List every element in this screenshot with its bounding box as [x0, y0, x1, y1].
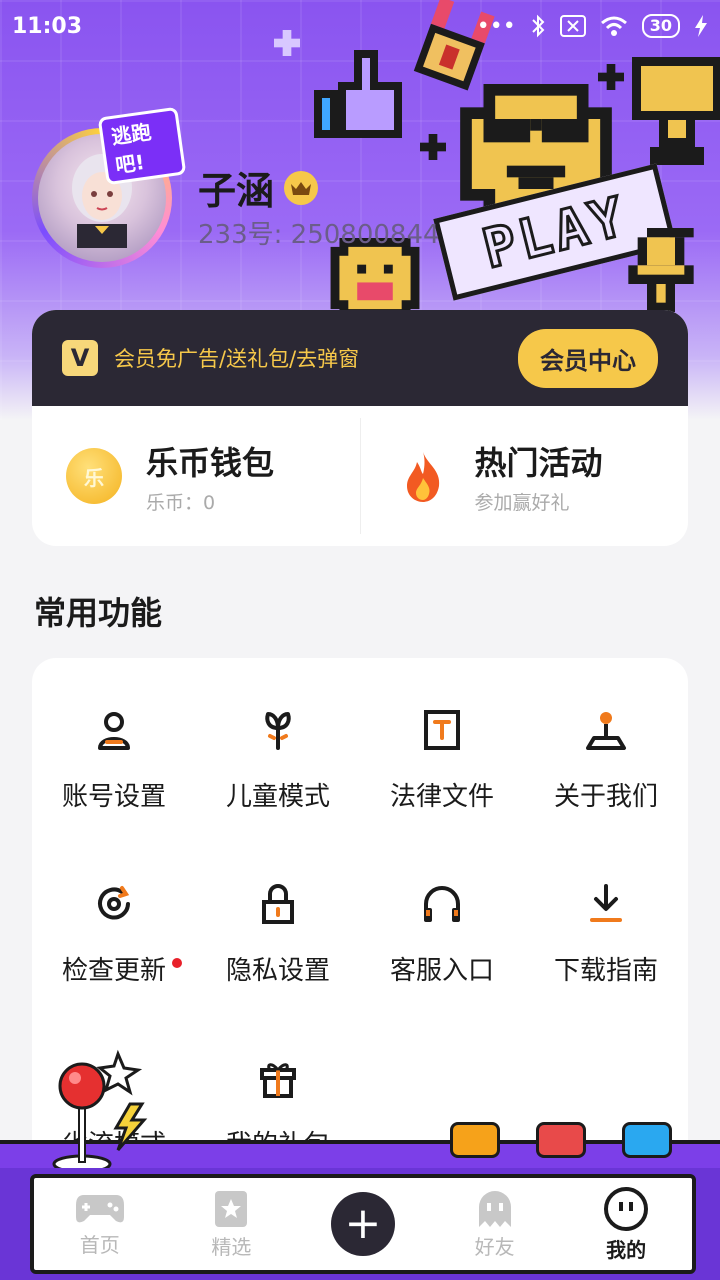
check-update-item[interactable]: 检查更新 [32, 832, 196, 1006]
user-id: 233号: 250800844 [198, 220, 440, 250]
tab-me[interactable]: 我的 [560, 1186, 692, 1263]
tab-bar: 首页 精选 + 好友 我的 [30, 1174, 696, 1274]
vip-benefits-text: 会员免广告/送礼包/去弹窗 [114, 347, 360, 371]
wallet-title: 乐币钱包 [146, 443, 275, 482]
star-card-icon [215, 1190, 248, 1227]
headphones-icon [424, 886, 460, 922]
plus-icon: + [330, 1192, 395, 1256]
func-label: 检查更新 [61, 950, 182, 987]
username: 子涵 [198, 169, 275, 213]
account-settings-item[interactable]: 账号设置 [32, 658, 196, 832]
legal-documents-item[interactable]: 法律文件 [360, 658, 524, 832]
wallet-balance: 乐币：0 [146, 491, 216, 514]
vip-center-button[interactable]: 会员中心 [518, 328, 658, 388]
status-icons: ••• 30 [477, 14, 708, 39]
thumbs-up-pixel-decoration [314, 50, 402, 138]
privacy-settings-item[interactable]: 隐私设置 [196, 832, 360, 1006]
tab-create[interactable]: + [297, 1192, 429, 1256]
update-badge-dot [172, 958, 182, 968]
refresh-icon [98, 886, 130, 920]
arcade-joystick-decoration [52, 1049, 148, 1174]
func-label: 关于我们 [553, 782, 658, 812]
customer-service-item[interactable]: 客服入口 [360, 832, 524, 1006]
activity-subtitle: 参加赢好礼 [474, 491, 570, 514]
crown-icon [284, 170, 319, 205]
trophy-pixel-decoration [632, 57, 720, 165]
tab-home[interactable]: 首页 [34, 1191, 166, 1258]
battery-indicator: 30 [641, 14, 680, 38]
func-label: 儿童模式 [225, 782, 330, 812]
charging-bolt-icon [695, 15, 707, 37]
user-icon [98, 712, 130, 750]
tab-me-label: 我的 [606, 1237, 647, 1262]
document-icon [424, 710, 460, 750]
bluetooth-icon [532, 14, 545, 38]
wifi-icon [600, 16, 627, 36]
lock-icon [262, 884, 294, 924]
func-label: 法律文件 [389, 782, 494, 812]
activity-title: 热门活动 [474, 443, 603, 482]
download-guide-item[interactable]: 下载指南 [524, 832, 688, 1006]
func-label: 下载指南 [553, 956, 658, 986]
arcade-button-blue [622, 1122, 672, 1158]
status-bar: 11:03 ••• 30 [0, 0, 720, 52]
kids-mode-item[interactable]: 儿童模式 [196, 658, 360, 832]
func-label: 账号设置 [61, 782, 166, 812]
bottom-navigation: 首页 精选 + 好友 我的 [0, 1049, 720, 1280]
avatar-frame-badge: 逃跑吧! [97, 106, 187, 186]
smiley-face-icon [604, 1186, 649, 1231]
joystick-icon [586, 712, 626, 750]
coin-icon: 乐 [66, 448, 122, 504]
tab-friends-label: 好友 [474, 1234, 515, 1259]
arcade-button-orange [450, 1122, 500, 1158]
arcade-button-red [536, 1122, 586, 1158]
func-label: 隐私设置 [225, 956, 330, 986]
func-label: 客服入口 [389, 956, 494, 986]
func-label-text: 检查更新 [61, 956, 166, 986]
sprout-icon [265, 712, 291, 750]
vip-logo-icon: V [62, 340, 98, 376]
section-title: 常用功能 [34, 594, 163, 632]
fire-icon [406, 452, 439, 502]
vip-banner[interactable]: V 会员免广告/送礼包/去弹窗 会员中心 [32, 310, 688, 406]
username-row: 子涵 [198, 160, 319, 215]
sparkle-pixel-decoration [598, 64, 624, 90]
lightning-pixel-decoration [628, 228, 694, 312]
sparkle-pixel-decoration [420, 134, 446, 160]
activity-entry[interactable]: 热门活动 参加赢好礼 [361, 406, 689, 546]
status-time: 11:03 [12, 13, 83, 39]
tab-featured-label: 精选 [211, 1234, 252, 1259]
sim-icon [559, 15, 586, 37]
about-us-item[interactable]: 关于我们 [524, 658, 688, 832]
tab-friends[interactable]: 好友 [429, 1189, 561, 1260]
membership-card: V 会员免广告/送礼包/去弹窗 会员中心 乐 乐币钱包 乐币：0 热门活动 参加… [32, 310, 688, 546]
ghost-icon [478, 1190, 511, 1227]
gift-icon [260, 1063, 296, 1098]
gamepad-icon [75, 1194, 124, 1222]
more-dots-icon: ••• [476, 13, 516, 39]
download-icon [590, 884, 622, 922]
wallet-entry[interactable]: 乐 乐币钱包 乐币：0 [32, 406, 360, 546]
tab-home-label: 首页 [79, 1232, 120, 1257]
tab-featured[interactable]: 精选 [166, 1189, 298, 1260]
avatar[interactable]: 逃跑吧! [22, 106, 187, 278]
card-shortcuts: 乐 乐币钱包 乐币：0 热门活动 参加赢好礼 [32, 406, 688, 546]
